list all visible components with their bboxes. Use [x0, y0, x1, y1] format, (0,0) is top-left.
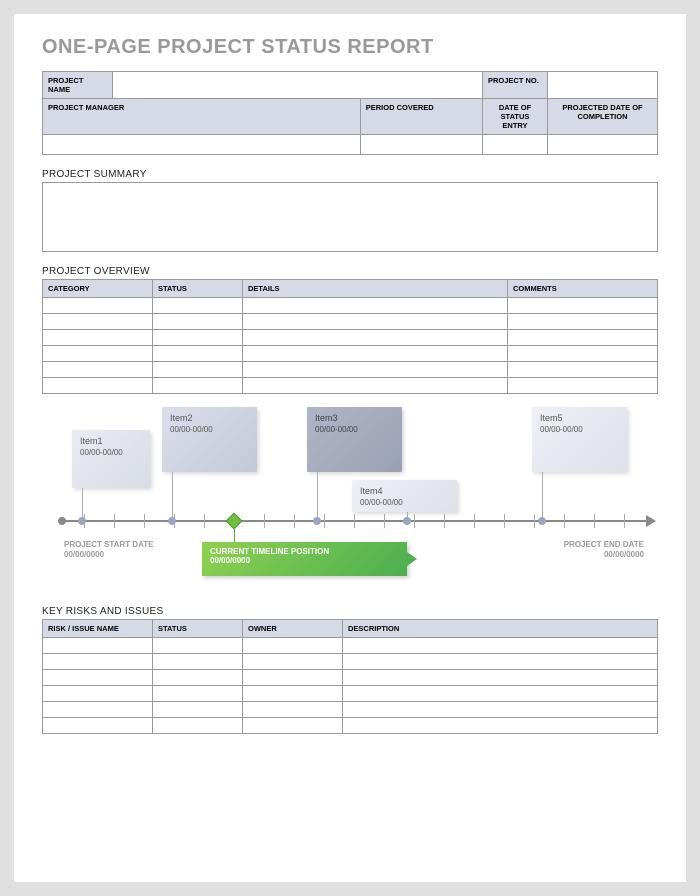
- field-period-covered[interactable]: [360, 135, 482, 155]
- summary-box[interactable]: [42, 182, 658, 252]
- project-start-label: PROJECT START DATE00/00/0000: [64, 540, 153, 561]
- document-page: ONE-PAGE PROJECT STATUS REPORT PROJECT N…: [14, 14, 686, 882]
- timeline-item-5: Item500/00-00/00: [532, 407, 627, 472]
- stem: [234, 527, 235, 542]
- table-row[interactable]: [43, 718, 658, 734]
- table-row[interactable]: [43, 378, 658, 394]
- timeline-dot: [168, 517, 176, 525]
- timeline-item-3: Item300/00-00/00: [307, 407, 402, 472]
- timeline-dot: [78, 517, 86, 525]
- stem: [172, 472, 173, 520]
- page-title: ONE-PAGE PROJECT STATUS REPORT: [42, 36, 658, 59]
- table-row[interactable]: [43, 702, 658, 718]
- current-position-callout: CURRENT TIMELINE POSITION 00/00/0000: [202, 542, 407, 576]
- table-row[interactable]: [43, 670, 658, 686]
- table-row[interactable]: [43, 686, 658, 702]
- overview-col-details: DETAILS: [243, 280, 508, 298]
- field-project-manager[interactable]: [43, 135, 361, 155]
- section-summary-label: PROJECT SUMMARY: [42, 169, 658, 180]
- field-date-status[interactable]: [483, 135, 548, 155]
- timeline-item-1: Item100/00-00/00: [72, 430, 150, 488]
- table-row[interactable]: [43, 362, 658, 378]
- risks-col-owner: OWNER: [243, 620, 343, 638]
- overview-col-category: CATEGORY: [43, 280, 153, 298]
- risks-col-name: RISK / ISSUE NAME: [43, 620, 153, 638]
- overview-col-comments: COMMENTS: [508, 280, 658, 298]
- timeline-dot: [538, 517, 546, 525]
- risks-col-status: STATUS: [153, 620, 243, 638]
- overview-table: CATEGORY STATUS DETAILS COMMENTS: [42, 279, 658, 394]
- risks-col-description: DESCRIPTION: [343, 620, 658, 638]
- overview-col-status: STATUS: [153, 280, 243, 298]
- table-row[interactable]: [43, 638, 658, 654]
- stem: [542, 472, 543, 520]
- label-project-no: PROJECT NO.: [483, 72, 548, 99]
- stem: [317, 472, 318, 520]
- label-projected-date: PROJECTED DATE OF COMPLETION: [548, 99, 658, 135]
- label-project-manager: PROJECT MANAGER: [43, 99, 361, 135]
- timeline-item-2: Item200/00-00/00: [162, 407, 257, 472]
- timeline-dot: [313, 517, 321, 525]
- table-row[interactable]: [43, 346, 658, 362]
- section-overview-label: PROJECT OVERVIEW: [42, 266, 658, 277]
- table-row[interactable]: [43, 314, 658, 330]
- label-project-name: PROJECT NAME: [43, 72, 113, 99]
- project-end-label: PROJECT END DATE00/00/0000: [564, 540, 644, 561]
- table-row[interactable]: [43, 298, 658, 314]
- table-row[interactable]: [43, 330, 658, 346]
- project-header-table: PROJECT NAME PROJECT NO. PROJECT MANAGER…: [42, 71, 658, 155]
- timeline-dot: [403, 517, 411, 525]
- risks-table: RISK / ISSUE NAME STATUS OWNER DESCRIPTI…: [42, 619, 658, 734]
- section-risks-label: KEY RISKS AND ISSUES: [42, 606, 658, 617]
- field-project-name[interactable]: [113, 72, 483, 99]
- field-projected-date[interactable]: [548, 135, 658, 155]
- timeline-axis: [64, 520, 648, 522]
- label-period-covered: PERIOD COVERED: [360, 99, 482, 135]
- label-date-status: DATE OF STATUS ENTRY: [483, 99, 548, 135]
- timeline-item-4: Item400/00-00/00: [352, 480, 457, 512]
- field-project-no[interactable]: [548, 72, 658, 99]
- table-row[interactable]: [43, 654, 658, 670]
- timeline: Item100/00-00/00 Item200/00-00/00 Item30…: [42, 402, 658, 592]
- stem: [82, 488, 83, 520]
